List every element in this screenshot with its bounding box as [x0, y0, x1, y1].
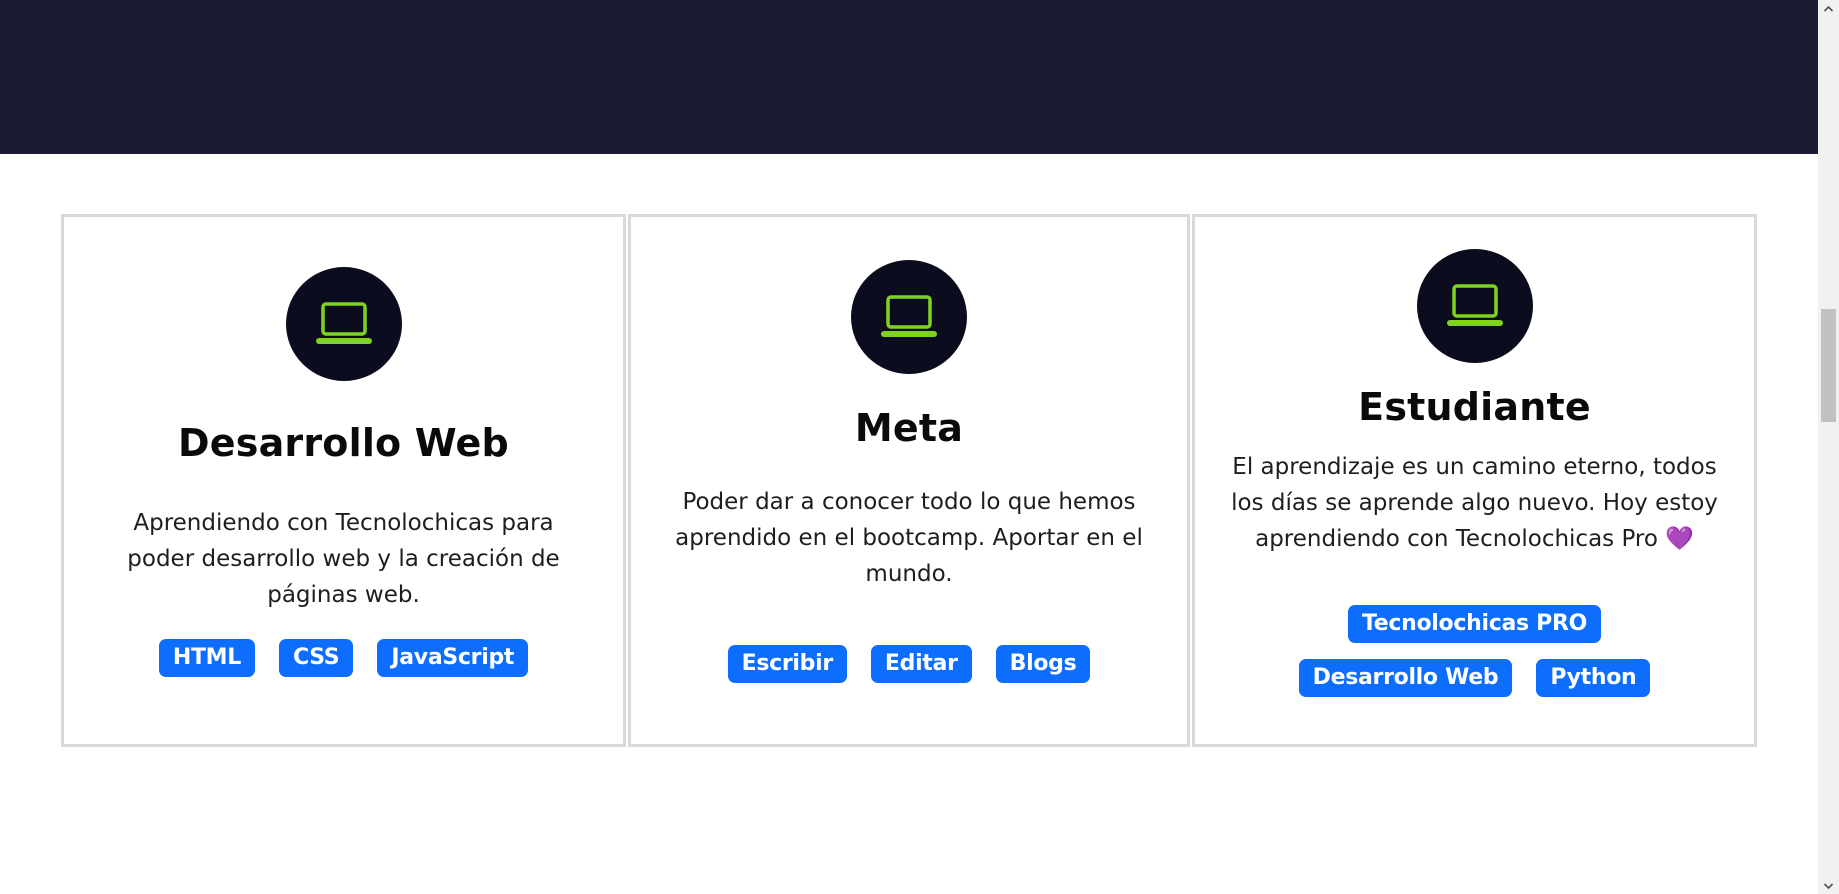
- card-description-text: El aprendizaje es un camino eterno, todo…: [1231, 454, 1718, 552]
- tag-escribir[interactable]: Escribir: [727, 645, 847, 683]
- cards-row: Desarrollo Web Aprendiendo con Tecnoloch…: [61, 214, 1757, 747]
- card-description: Poder dar a conocer todo lo que hemos ap…: [675, 489, 1143, 587]
- purple-heart-icon: 💜: [1665, 526, 1694, 552]
- card-title: Desarrollo Web: [178, 421, 509, 465]
- laptop-icon-circle: [851, 260, 967, 374]
- card-estudiante: Estudiante El aprendizaje es un camino e…: [1192, 214, 1757, 747]
- tag-desarrollo-web[interactable]: Desarrollo Web: [1298, 659, 1513, 697]
- top-banner: [0, 0, 1818, 154]
- tag-list: Tecnolochicas PRO Desarrollo Web Python: [1245, 605, 1704, 697]
- page-viewport: Desarrollo Web Aprendiendo con Tecnoloch…: [0, 0, 1818, 894]
- card-desarrollo-web: Desarrollo Web Aprendiendo con Tecnoloch…: [61, 214, 626, 747]
- card-title: Meta: [854, 406, 964, 450]
- scroll-thumb[interactable]: [1821, 309, 1836, 422]
- card-description: Aprendiendo con Tecnolochicas para poder…: [127, 510, 560, 608]
- laptop-icon-circle: [1416, 249, 1533, 363]
- tag-javascript[interactable]: JavaScript: [377, 639, 529, 677]
- laptop-icon: [1446, 284, 1503, 326]
- laptop-icon: [315, 302, 372, 344]
- scroll-down-arrow-icon[interactable]: [1818, 877, 1839, 894]
- vertical-scrollbar[interactable]: [1818, 0, 1839, 894]
- card-description: El aprendizaje es un camino eterno, todo…: [1231, 449, 1718, 557]
- tag-editar[interactable]: Editar: [870, 645, 972, 683]
- laptop-icon-circle: [285, 267, 402, 381]
- card-title: Estudiante: [1358, 385, 1591, 429]
- tag-python[interactable]: Python: [1536, 659, 1651, 697]
- scroll-up-arrow-icon[interactable]: [1818, 0, 1839, 17]
- card-meta: Meta Poder dar a conocer todo lo que hem…: [628, 214, 1190, 747]
- tag-list: HTML CSS JavaScript: [84, 639, 603, 677]
- tag-html[interactable]: HTML: [158, 639, 255, 677]
- tag-blogs[interactable]: Blogs: [995, 645, 1091, 683]
- tag-css[interactable]: CSS: [279, 639, 354, 677]
- tag-tecnolochicas-pro[interactable]: Tecnolochicas PRO: [1347, 605, 1602, 643]
- laptop-icon: [881, 295, 937, 337]
- tag-list: Escribir Editar Blogs: [651, 645, 1167, 683]
